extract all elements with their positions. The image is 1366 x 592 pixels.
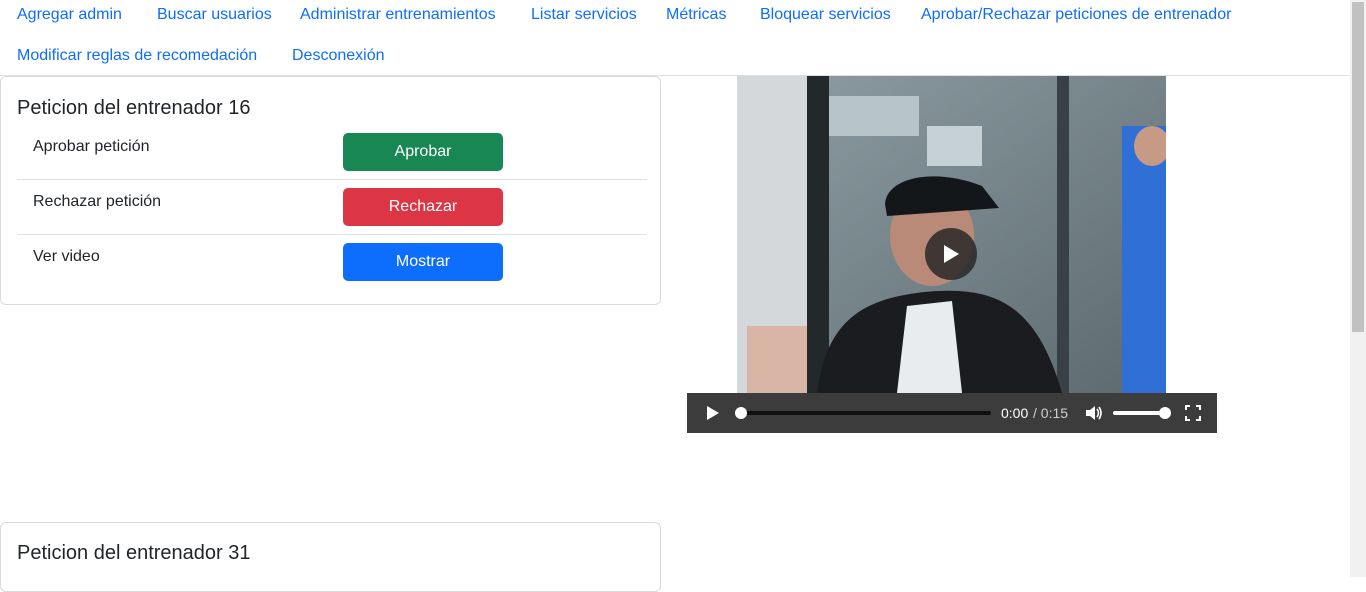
nav-link-administrar-entrenamientos[interactable]: Administrar entrenamientos (300, 6, 496, 24)
request-card-title: Peticion del entrenador 16 (17, 97, 251, 119)
nav-link-agregar-admin[interactable]: Agregar admin (17, 6, 122, 24)
nav-link-listar-servicios[interactable]: Listar servicios (531, 6, 637, 24)
volume-icon[interactable] (1085, 405, 1103, 421)
play-icon[interactable] (705, 404, 721, 422)
page-scrollbar[interactable] (1350, 0, 1366, 577)
approve-button[interactable]: Aprobar (343, 133, 503, 171)
volume-slider[interactable] (1113, 411, 1163, 415)
request-card-31: Peticion del entrenador 31 (0, 522, 661, 592)
request-card-16: Peticion del entrenador 16 Aprobar petic… (0, 76, 661, 305)
row-divider (17, 179, 647, 180)
video-frame[interactable] (737, 76, 1166, 393)
nav-link-aprobar-rechazar[interactable]: Aprobar/Rechazar peticiones de entrenado… (921, 6, 1231, 24)
volume-handle[interactable] (1159, 407, 1171, 419)
fullscreen-icon[interactable] (1185, 405, 1201, 421)
nav-link-modificar-reglas[interactable]: Modificar reglas de recomedación (17, 47, 257, 65)
nav-link-metricas[interactable]: Métricas (666, 6, 726, 24)
play-icon (944, 245, 959, 263)
video-controls: 0:00 / 0:15 (687, 393, 1217, 433)
scrollbar-thumb[interactable] (1352, 2, 1364, 332)
show-video-button[interactable]: Mostrar (343, 243, 503, 281)
reject-row-label: Rechazar petición (33, 193, 162, 210)
approve-row-label: Aprobar petición (33, 138, 150, 155)
seek-bar[interactable] (741, 411, 991, 415)
request-card-title: Peticion del entrenador 31 (17, 542, 251, 564)
duration: / 0:15 (1033, 405, 1069, 421)
current-time: 0:00 (1001, 405, 1029, 421)
nav-link-bloquear-servicios[interactable]: Bloquear servicios (760, 6, 891, 24)
row-divider (17, 234, 647, 235)
seek-handle[interactable] (735, 407, 747, 419)
nav-link-desconexion[interactable]: Desconexión (292, 47, 385, 65)
nav-link-buscar-usuarios[interactable]: Buscar usuarios (157, 6, 272, 24)
play-overlay-button[interactable] (925, 228, 977, 280)
top-navbar: Agregar admin Buscar usuarios Administra… (0, 0, 1350, 76)
video-row-label: Ver video (33, 248, 100, 265)
reject-button[interactable]: Rechazar (343, 188, 503, 226)
